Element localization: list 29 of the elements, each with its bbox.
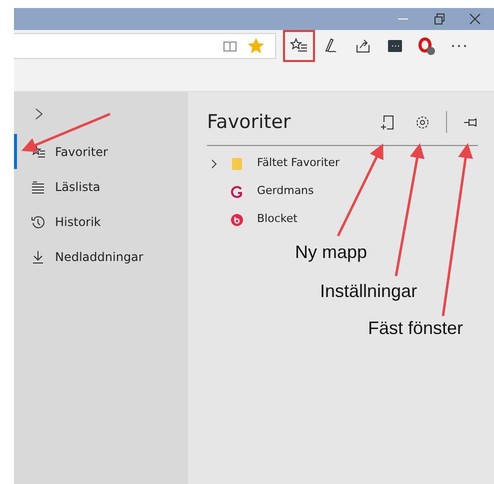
letter-g-icon — [230, 184, 244, 198]
annotation-label: Ny mapp — [295, 243, 368, 261]
folder-icon — [230, 156, 244, 170]
address-field[interactable] — [14, 33, 276, 59]
annotation-label: Fäst fönster — [368, 319, 464, 337]
sidebar-item[interactable]: Historik — [14, 204, 188, 239]
favorite-link[interactable]: Blocket — [257, 211, 298, 228]
share-icon[interactable] — [354, 37, 372, 55]
settings-icon[interactable] — [415, 114, 430, 130]
book-icon[interactable] — [223, 39, 237, 53]
expand-icon[interactable] — [34, 108, 44, 120]
annotation-label: Inställningar — [320, 282, 418, 300]
new-folder-icon[interactable] — [380, 114, 395, 130]
favorite-link[interactable]: Gerdmans — [257, 183, 314, 200]
favorites-icon — [31, 144, 45, 158]
close-icon[interactable] — [468, 12, 482, 26]
restore-icon[interactable] — [432, 12, 446, 26]
panel-title: Favoriter — [207, 110, 292, 135]
extension-icon[interactable] — [386, 37, 404, 55]
list-icon — [31, 180, 45, 194]
round-logo-icon — [230, 212, 244, 226]
download-icon — [31, 250, 45, 264]
star-icon[interactable] — [247, 37, 265, 55]
history-icon — [31, 214, 45, 228]
sidebar-item[interactable]: Nedladdningar — [14, 239, 188, 274]
sidebar-item[interactable]: Läslista — [14, 169, 188, 204]
favorite-link[interactable]: Fältet Favoriter — [257, 155, 340, 172]
expand-icon[interactable] — [209, 158, 219, 168]
extension-badge-icon[interactable] — [418, 37, 436, 55]
